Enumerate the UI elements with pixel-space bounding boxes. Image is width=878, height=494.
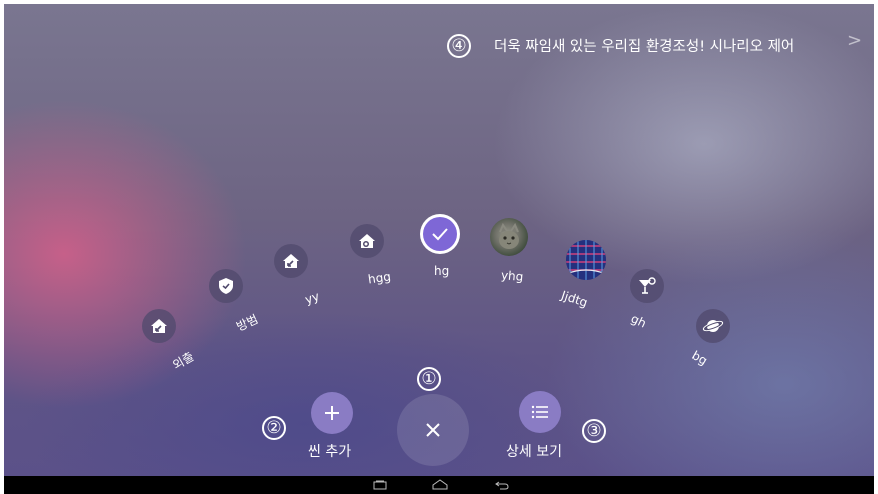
scene-label-jjdtg: Jjdtg (559, 288, 590, 310)
check-icon (423, 217, 457, 251)
scenario-screen: ④ 더욱 짜임새 있는 우리집 환경조성! 시나리오 제어 > 외출 방범 yy (4, 4, 874, 476)
scene-label-security: 방범 (234, 311, 261, 334)
home-clock-icon (350, 224, 384, 258)
scene-item-bg[interactable] (696, 309, 730, 343)
system-navigation-bar (4, 476, 874, 494)
details-label[interactable]: 상세 보기 (506, 441, 562, 461)
scene-item-outing[interactable] (142, 309, 176, 343)
scene-item-jjdtg[interactable] (566, 240, 606, 280)
close-icon (426, 423, 440, 437)
scene-label-outing: 외출 (170, 349, 197, 373)
scene-item-hg-selected[interactable] (420, 214, 460, 254)
scene-item-yhg[interactable] (490, 218, 528, 256)
scene-label-hg: hg (434, 264, 450, 278)
pattern-photo-thumbnail (566, 240, 606, 280)
add-scene-label[interactable]: 씬 추가 (308, 441, 351, 461)
callout-3-badge: ③ (582, 419, 606, 443)
recent-apps-icon[interactable] (370, 478, 390, 492)
callout-2-badge: ② (262, 416, 286, 440)
scene-label-yy: yy (303, 289, 322, 307)
list-icon (531, 405, 548, 419)
scene-item-gh[interactable] (630, 269, 664, 303)
scene-label-bg: bg (689, 348, 710, 368)
close-button[interactable] (397, 394, 469, 466)
planet-icon (696, 309, 730, 343)
add-scene-button[interactable] (311, 392, 353, 434)
scene-label-yhg: yhg (500, 268, 524, 284)
cat-photo-thumbnail (490, 218, 528, 256)
callout-1-badge: ① (417, 367, 441, 391)
home-icon[interactable] (430, 478, 450, 492)
back-icon[interactable] (492, 478, 512, 492)
plus-icon (325, 406, 339, 420)
scene-item-security[interactable] (209, 269, 243, 303)
app-frame: ④ 더욱 짜임새 있는 우리집 환경조성! 시나리오 제어 > 외출 방범 yy (0, 0, 878, 494)
callout-4-badge: ④ (447, 34, 471, 58)
cocktail-icon (630, 269, 664, 303)
home-arrow-icon (142, 309, 176, 343)
scenario-control-link-text[interactable]: 더욱 짜임새 있는 우리집 환경조성! 시나리오 제어 (494, 35, 794, 56)
scene-label-hgg: hgg (367, 269, 392, 287)
scene-label-gh: gh (628, 311, 649, 331)
scene-item-yy[interactable] (274, 244, 308, 278)
details-button[interactable] (519, 391, 561, 433)
home-arrow-icon (274, 244, 308, 278)
scene-item-hgg[interactable] (350, 224, 384, 258)
shield-check-icon (209, 269, 243, 303)
chevron-right-icon[interactable]: > (847, 30, 862, 51)
